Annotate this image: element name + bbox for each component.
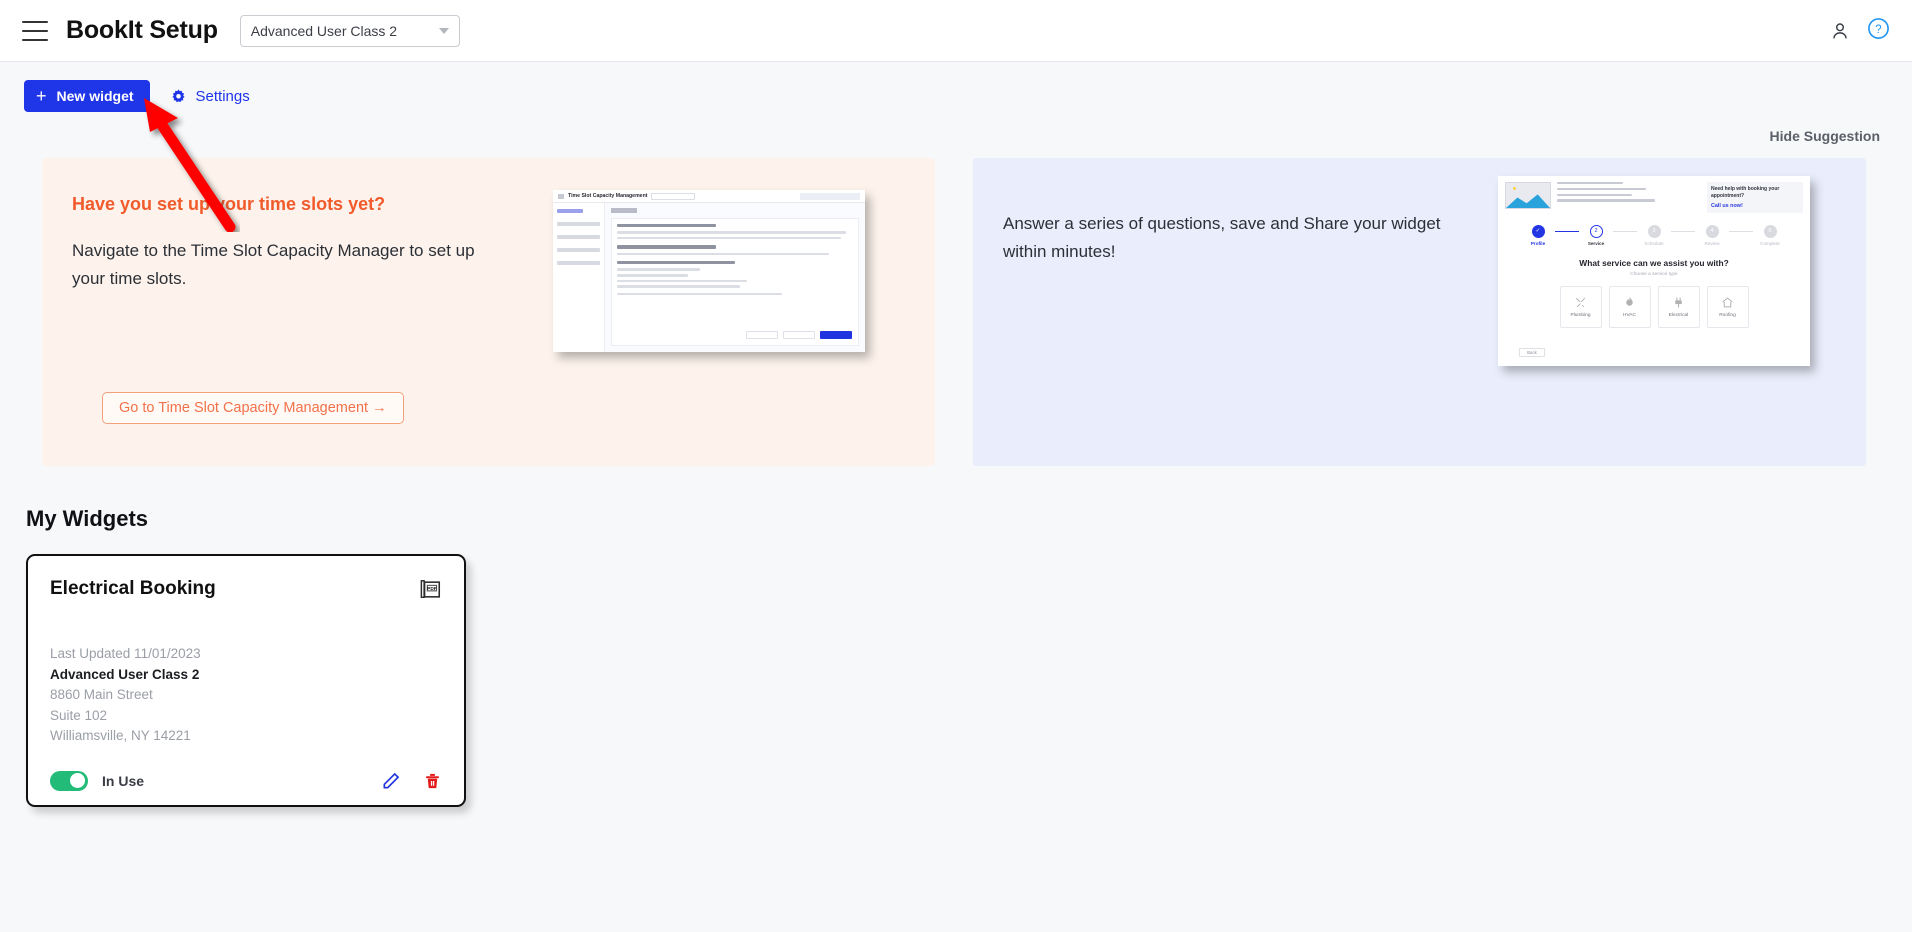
user-class-select-value: Advanced User Class 2: [250, 22, 398, 39]
thumb-step: 2 Service: [1579, 224, 1613, 246]
thumb-question: What service can we assist you with?: [1579, 257, 1729, 268]
widget-address-line-2: Suite 102: [50, 707, 108, 723]
hamburger-menu-icon[interactable]: [22, 20, 48, 41]
pdf-file-icon[interactable]: PDF: [420, 578, 442, 606]
widget-last-updated: Last Updated 11/01/2023: [50, 646, 201, 661]
person-icon[interactable]: [1829, 20, 1851, 42]
svg-text:?: ?: [1875, 23, 1881, 35]
pencil-edit-icon[interactable]: [381, 771, 401, 791]
go-to-time-slot-capacity-management-button[interactable]: Go to Time Slot Capacity Management →: [102, 392, 404, 424]
gear-icon: [170, 88, 187, 105]
toggle-knob: [70, 773, 85, 789]
settings-label: Settings: [195, 87, 250, 105]
widget-status-label: In Use: [102, 772, 145, 789]
widget-card-title: Electrical Booking: [50, 578, 216, 599]
help-circle-icon[interactable]: ?: [1867, 17, 1890, 45]
thumb-back-button: Back: [1519, 347, 1545, 357]
suggestion-cards: Have you set up your time slots yet? Nav…: [0, 144, 1912, 466]
thumb-service-label: Plumbing: [1570, 312, 1591, 318]
thumb-step-circle: ✓: [1531, 224, 1545, 238]
thumb-help-box: Need help with booking your appointment?…: [1707, 182, 1803, 213]
hide-suggestion-row: Hide Suggestion: [0, 112, 1912, 144]
thumb-step-label: Profile: [1530, 240, 1546, 246]
wrench-icon: [1575, 297, 1586, 307]
widget-list: Electrical Booking PDF Last Updated 11/0…: [0, 532, 1912, 807]
widget-status-toggle[interactable]: [50, 770, 88, 791]
thumb-help-text: Need help with booking your appointment?: [1711, 186, 1780, 199]
page-title: BookIt Setup: [66, 16, 218, 44]
svg-text:PDF: PDF: [427, 586, 437, 592]
hide-suggestion-button[interactable]: Hide Suggestion: [1770, 128, 1880, 144]
thumb-question-subtitle: Choose a service type: [1630, 271, 1678, 277]
thumb-wizard-stepper: ✓ Profile 2 Service 3 Schedule 4 Review …: [1521, 224, 1787, 246]
thumb-app-title: Time Slot Capacity Management: [568, 193, 648, 199]
thumb-help-link: Call us now!: [1711, 202, 1743, 209]
thumb-service-label: Electrical: [1668, 312, 1689, 318]
header-actions: ?: [1829, 17, 1890, 45]
new-widget-button-label: New widget: [56, 88, 134, 104]
house-icon: [1722, 297, 1733, 307]
time-slot-suggestion-body: Navigate to the Time Slot Capacity Manag…: [72, 241, 475, 288]
plug-icon: [1675, 297, 1682, 307]
thumb-info-chip: [800, 192, 860, 200]
thumb-page-heading: [611, 208, 637, 213]
widget-card-details: Last Updated 11/01/2023 Advanced User Cl…: [50, 644, 442, 747]
thumb-service-tile: Plumbing: [1559, 285, 1602, 328]
plus-icon: +: [36, 86, 47, 106]
trash-delete-icon[interactable]: [423, 771, 442, 791]
time-slot-suggestion-card: Have you set up your time slots yet? Nav…: [42, 158, 935, 466]
thumb-step-circle: 4: [1705, 224, 1719, 238]
thumb-service-tiles: Plumbing HVAC Electrical Roofing: [1505, 285, 1803, 328]
thumb-step-label: Review: [1704, 240, 1720, 246]
user-class-select[interactable]: Advanced User Class 2: [239, 14, 460, 47]
thumb-logo-placeholder: [1505, 182, 1551, 209]
widget-address-line-1: 8860 Main Street: [50, 687, 153, 703]
thumb-step-circle: 2: [1589, 224, 1603, 238]
thumb-content-panel: [611, 218, 859, 346]
thumb-service-tile: Electrical: [1657, 285, 1700, 328]
thumb-step: 5 Complete: [1753, 224, 1787, 246]
chevron-down-icon: [438, 27, 449, 34]
flame-icon: [1626, 296, 1633, 306]
thumb-step-label: Schedule: [1644, 240, 1664, 246]
get-started-suggestion-body: Answer a series of questions, save and S…: [1003, 214, 1441, 261]
new-widget-button[interactable]: + New widget: [24, 80, 150, 112]
thumb-step: 3 Schedule: [1637, 224, 1671, 246]
app-header: BookIt Setup Advanced User Class 2 ?: [0, 0, 1912, 62]
time-slot-suggestion-title: Have you set up your time slots yet?: [72, 194, 386, 214]
thumb-service-label: Roofing: [1719, 312, 1736, 318]
widget-address-line-3: Williamsville, NY 14221: [50, 728, 191, 744]
thumb-step-label: Complete: [1760, 240, 1780, 246]
thumb-step-circle: 5: [1763, 224, 1777, 238]
booking-widget-wizard-thumbnail: Need help with booking your appointment?…: [1498, 176, 1810, 366]
thumb-service-label: HVAC: [1623, 312, 1636, 318]
thumb-contact-details: [1557, 182, 1701, 213]
my-widgets-heading: My Widgets: [26, 506, 149, 531]
thumb-service-tile: HVAC: [1608, 285, 1651, 328]
widget-account-name: Advanced User Class 2: [50, 666, 200, 682]
thumb-service-tile: Roofing: [1706, 285, 1749, 328]
thumb-select: [651, 192, 696, 200]
get-started-suggestion-card: Answer a series of questions, save and S…: [973, 158, 1866, 466]
thumb-step-circle: 3: [1647, 224, 1661, 238]
thumb-step: ✓ Profile: [1521, 224, 1555, 246]
action-toolbar: + New widget Settings: [0, 62, 1912, 112]
thumb-sidebar: [553, 203, 605, 352]
thumb-menu-icon: [558, 193, 564, 199]
widget-card[interactable]: Electrical Booking PDF Last Updated 11/0…: [26, 554, 466, 807]
thumb-step-label: Service: [1587, 240, 1605, 246]
thumb-step: 4 Review: [1695, 224, 1729, 246]
time-slot-capacity-management-thumbnail: Time Slot Capacity Management: [553, 190, 865, 352]
settings-button[interactable]: Settings: [170, 88, 250, 105]
